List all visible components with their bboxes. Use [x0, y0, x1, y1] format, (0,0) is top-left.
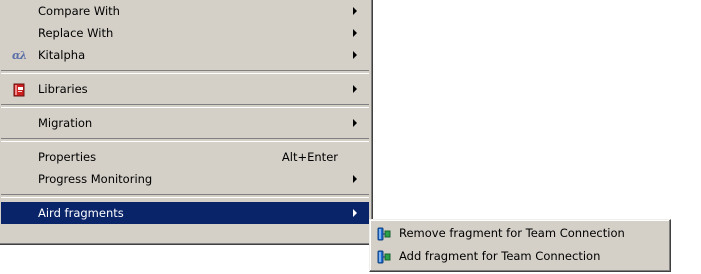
menu-item-label: Replace With: [38, 26, 114, 40]
menu-item-libraries[interactable]: Libraries: [1, 78, 369, 100]
menu-item-properties[interactable]: Properties Alt+Enter: [1, 146, 369, 168]
menu-item-label: Kitalpha: [38, 48, 86, 62]
menu-item-shortcut: Alt+Enter: [281, 150, 338, 164]
submenu-arrow-icon: [353, 119, 357, 127]
menu-item-remove-fragment[interactable]: Remove fragment for Team Connection: [373, 222, 667, 245]
libraries-book-icon: [13, 83, 25, 97]
menu-item-label: Compare With: [38, 4, 120, 18]
context-menu: Compare With Replace With αλ Kitalpha Li…: [0, 0, 373, 245]
submenu-arrow-icon: [353, 29, 357, 37]
menu-separator: [1, 138, 369, 142]
menu-item-add-fragment[interactable]: Add fragment for Team Connection: [373, 245, 667, 268]
submenu-arrow-icon: [353, 85, 357, 93]
fragment-icon: [377, 250, 391, 264]
submenu-arrow-icon: [353, 7, 357, 15]
submenu-arrow-icon: [353, 209, 357, 217]
kitalpha-icon: αλ: [12, 49, 27, 62]
menu-separator: [1, 70, 369, 74]
menu-item-kitalpha[interactable]: αλ Kitalpha: [1, 44, 369, 66]
menu-item-label: Progress Monitoring: [38, 172, 153, 186]
submenu-arrow-icon: [353, 51, 357, 59]
menu-item-label: Properties: [38, 150, 97, 164]
menu-separator: [1, 104, 369, 108]
menu-item-label: Add fragment for Team Connection: [399, 249, 601, 263]
fragment-icon: [377, 227, 391, 241]
aird-fragments-submenu: Remove fragment for Team Connection Add …: [369, 219, 671, 272]
menu-item-progress-monitoring[interactable]: Progress Monitoring: [1, 168, 369, 190]
menu-item-label: Libraries: [38, 82, 88, 96]
menu-item-aird-fragments[interactable]: Aird fragments: [1, 202, 369, 224]
menu-item-compare-with[interactable]: Compare With: [1, 0, 369, 22]
menu-item-label: Migration: [38, 116, 93, 130]
menu-item-label: Remove fragment for Team Connection: [399, 226, 625, 240]
menu-item-label: Aird fragments: [38, 206, 124, 220]
menu-item-migration[interactable]: Migration: [1, 112, 369, 134]
submenu-arrow-icon: [353, 175, 357, 183]
menu-separator: [1, 194, 369, 198]
menu-item-replace-with[interactable]: Replace With: [1, 22, 369, 44]
